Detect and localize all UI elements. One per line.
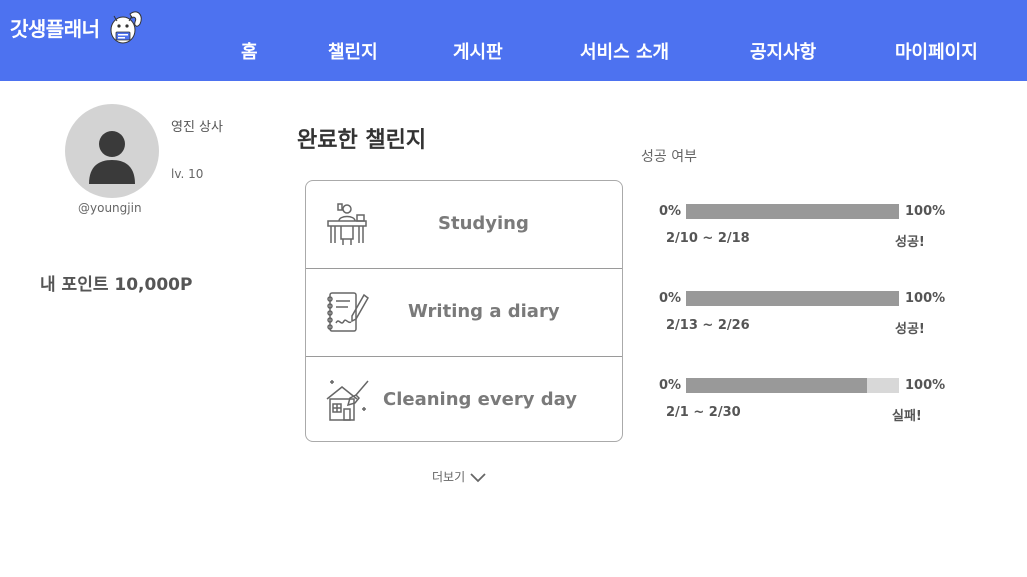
nav-service-intro[interactable]: 서비스 소개 bbox=[580, 38, 669, 64]
nav-home[interactable]: 홈 bbox=[241, 38, 258, 64]
challenge-dates: 2/1 ~ 2/30 bbox=[666, 405, 741, 420]
challenge-label: Writing a diary bbox=[408, 301, 560, 322]
challenge-label: Studying bbox=[438, 213, 529, 234]
progress-min: 0% bbox=[659, 204, 682, 219]
profile-name: 영진 상사 bbox=[171, 120, 223, 135]
progress-bar-fill bbox=[686, 378, 868, 393]
progress-bar bbox=[686, 204, 899, 219]
progress-min: 0% bbox=[659, 291, 682, 306]
profile-level: lv. 10 bbox=[171, 167, 204, 181]
more-label: 더보기 bbox=[432, 470, 466, 484]
chevron-down-icon bbox=[470, 472, 486, 482]
cleaning-icon bbox=[326, 380, 369, 421]
progress-max: 100% bbox=[905, 291, 946, 306]
top-navigation-bar: 갓생플래너 홈 챌린지 게시판 서비스 소개 공지사항 마이페이지 bbox=[0, 0, 1027, 81]
nav-notice[interactable]: 공지사항 bbox=[750, 38, 816, 64]
challenge-list: Studying Writing a diary Cleaning every … bbox=[305, 180, 623, 442]
progress-bar-fill bbox=[686, 291, 899, 306]
challenge-result: 성공! bbox=[895, 322, 925, 337]
nav-mypage[interactable]: 마이페이지 bbox=[895, 38, 978, 64]
progress-bar bbox=[686, 378, 899, 393]
challenge-result: 성공! bbox=[895, 235, 925, 250]
challenge-dates: 2/13 ~ 2/26 bbox=[666, 318, 750, 333]
page-title: 완료한 챌린지 bbox=[297, 128, 427, 153]
challenge-label: Cleaning every day bbox=[383, 389, 577, 410]
avatar[interactable] bbox=[65, 104, 159, 198]
challenge-result: 실패! bbox=[892, 409, 922, 424]
nav-board[interactable]: 게시판 bbox=[453, 38, 503, 64]
challenge-item-cleaning[interactable]: Cleaning every day bbox=[306, 356, 622, 441]
profile-handle: @youngjin bbox=[78, 201, 142, 215]
points-balance: 내 포인트 10,000P bbox=[40, 275, 193, 295]
studying-icon bbox=[327, 203, 367, 245]
challenge-item-diary[interactable]: Writing a diary bbox=[306, 268, 622, 356]
progress-bar bbox=[686, 291, 899, 306]
progress-max: 100% bbox=[905, 378, 946, 393]
progress-max: 100% bbox=[905, 204, 946, 219]
success-header: 성공 여부 bbox=[641, 149, 697, 165]
challenge-dates: 2/10 ~ 2/18 bbox=[666, 231, 750, 246]
user-silhouette-icon bbox=[89, 131, 135, 184]
diary-icon bbox=[327, 292, 369, 332]
progress-bar-fill bbox=[686, 204, 899, 219]
main-nav: 홈 챌린지 게시판 서비스 소개 공지사항 마이페이지 bbox=[0, 38, 1027, 66]
challenge-item-studying[interactable]: Studying bbox=[306, 181, 622, 268]
progress-min: 0% bbox=[659, 378, 682, 393]
more-button[interactable]: 더보기 bbox=[432, 468, 487, 485]
nav-challenge[interactable]: 챌린지 bbox=[328, 38, 378, 64]
